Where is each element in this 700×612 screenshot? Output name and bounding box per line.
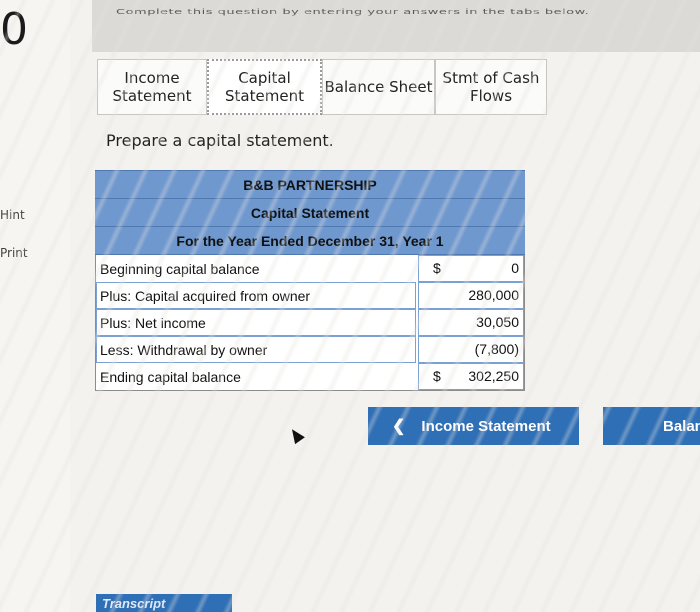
amount-value: (7,800)	[474, 341, 519, 357]
tab-balance-sheet[interactable]: Balance Sheet	[322, 59, 435, 115]
table-row: Beginning capital balance $0	[96, 255, 524, 282]
tab-label-line1: Capital	[238, 69, 291, 87]
company-name: B&B PARTNERSHIP	[95, 170, 525, 199]
hint-link[interactable]: Hint	[0, 208, 25, 222]
table-row: Less: Withdrawal by owner (7,800)	[96, 336, 524, 363]
chevron-left-icon: ❮	[392, 418, 406, 435]
tab-capital-statement[interactable]: Capital Statement	[207, 59, 322, 115]
prev-button-label: Income Statement	[421, 417, 551, 435]
row-label-input[interactable]: Plus: Net income	[96, 309, 416, 336]
tab-label-line2: Statement	[112, 87, 192, 105]
amount-input[interactable]: (7,800)	[418, 336, 524, 363]
tab-label-line2: Flows	[469, 87, 513, 105]
next-button-label: Balance Sheet	[663, 417, 700, 435]
row-label-input[interactable]: Plus: Capital acquired from owner	[96, 282, 416, 309]
row-label-input[interactable]: Beginning capital balance	[96, 255, 416, 282]
tab-label-line1: Income	[124, 69, 180, 87]
amount-value: 30,050	[476, 314, 519, 330]
table-row: Plus: Net income 30,050	[96, 309, 524, 336]
next-balance-sheet-button[interactable]: Balance Sheet	[603, 407, 700, 445]
amount-input[interactable]: $0	[418, 255, 524, 282]
table-row: Ending capital balance $302,250	[96, 363, 524, 390]
amount-input[interactable]: 280,000	[418, 282, 524, 309]
statement-tabs: Income Statement Capital Statement Balance…	[97, 59, 547, 115]
table-row: Plus: Capital acquired from owner 280,00…	[96, 282, 524, 309]
statement-period: For the Year Ended December 31, Year 1	[95, 227, 525, 255]
tab-label-line2: Statement	[225, 87, 304, 105]
transcript-button[interactable]: Transcript	[96, 594, 232, 612]
tab-label-line1: Balance Sheet	[324, 78, 433, 96]
mouse-pointer-icon	[287, 425, 305, 445]
currency-symbol: $	[433, 368, 441, 384]
row-label-input[interactable]: Less: Withdrawal by owner	[96, 336, 416, 363]
question-prompt: Prepare a capital statement.	[106, 131, 334, 150]
amount-input[interactable]: $302,250	[418, 363, 524, 390]
tab-income-statement[interactable]: Income Statement	[97, 59, 207, 115]
tab-stmt-cash-flows[interactable]: Stmt of Cash Flows	[435, 59, 547, 115]
score-digit: 0	[0, 4, 28, 55]
statement-title: Capital Statement	[95, 199, 525, 227]
instruction-bar: Complete this question by entering your …	[92, 0, 700, 52]
print-link[interactable]: Print	[0, 246, 28, 260]
amount-value: 0	[511, 260, 519, 276]
amount-value: 302,250	[468, 368, 519, 384]
prev-income-statement-button[interactable]: ❮ Income Statement	[368, 407, 579, 445]
left-sidebar	[0, 0, 70, 612]
capital-statement-table: B&B PARTNERSHIP Capital Statement For th…	[95, 170, 525, 391]
statement-rows: Beginning capital balance $0 Plus: Capit…	[95, 255, 525, 391]
currency-symbol: $	[433, 260, 441, 276]
amount-value: 280,000	[468, 287, 519, 303]
amount-input[interactable]: 30,050	[418, 309, 524, 336]
row-label-input[interactable]: Ending capital balance	[96, 363, 416, 390]
instruction-text: Complete this question by entering your …	[116, 8, 590, 17]
tab-label-line1: Stmt of Cash	[442, 69, 540, 87]
